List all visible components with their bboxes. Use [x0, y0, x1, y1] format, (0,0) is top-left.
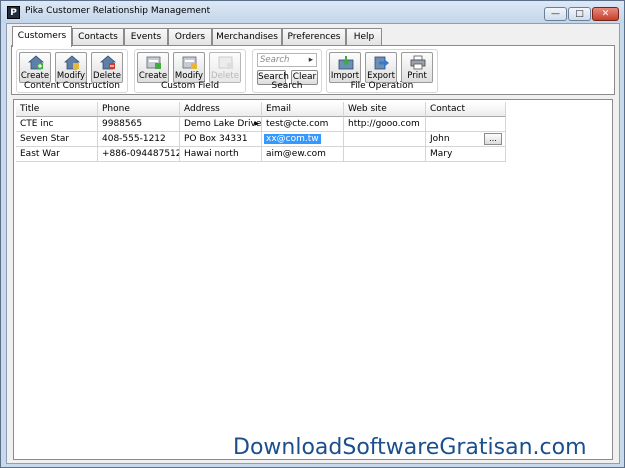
tab-contacts[interactable]: Contacts [72, 28, 124, 46]
ribbon-toolbar: Create Modify Delete Content Constructio… [11, 45, 615, 95]
cell-email[interactable]: test@cte.com [262, 117, 344, 132]
tab-preferences[interactable]: Preferences [282, 28, 346, 46]
house-edit-icon [64, 55, 80, 70]
cell-contact[interactable]: John ... [426, 132, 506, 147]
customer-table[interactable]: Title Phone Address Email Web site Conta… [13, 99, 613, 460]
column-header-email[interactable]: Email [262, 102, 344, 117]
import-button[interactable]: Import [329, 52, 361, 83]
create-label: Create [20, 71, 50, 81]
cell-contact-text: John [430, 134, 450, 144]
modify-label: Modify [56, 71, 86, 81]
field-edit-icon [182, 56, 197, 69]
watermark-text: DownloadSoftwareGratisan.com [233, 435, 587, 460]
tab-orders[interactable]: Orders [168, 28, 212, 46]
column-header-address[interactable]: Address [180, 102, 262, 117]
cell-website[interactable] [344, 132, 426, 147]
minimize-button[interactable]: — [544, 7, 567, 21]
group-label: Custom Field [160, 81, 220, 91]
house-add-icon [28, 55, 44, 70]
custom-field-delete-button[interactable]: Delete [209, 52, 241, 83]
modify-button[interactable]: Modify [55, 52, 87, 83]
group-label: File Operation [350, 81, 414, 91]
chevron-right-icon[interactable]: ▸ [309, 54, 313, 66]
column-header-contact[interactable]: Contact [426, 102, 506, 117]
app-logo-icon: P [7, 6, 20, 19]
create-label: Create [138, 71, 168, 81]
chevron-right-icon: ▸ [254, 119, 259, 129]
cell-contact[interactable] [426, 117, 506, 132]
cell-phone[interactable]: +886-0944875123 [98, 147, 180, 162]
cell-phone[interactable]: 408-555-1212 [98, 132, 180, 147]
group-custom-field: Create Modify Delete Custom Field [134, 49, 246, 93]
group-content-construction: Create Modify Delete Content Constructio… [16, 49, 128, 93]
cell-website[interactable]: http://gooo.com [344, 117, 426, 132]
title-bar[interactable]: P Pika Customer Relationship Management … [1, 1, 624, 23]
cell-title[interactable]: CTE inc [16, 117, 98, 132]
cell-address-text: Demo Lake Drive [184, 119, 262, 129]
cell-address[interactable]: Demo Lake Drive ▸ [180, 117, 262, 132]
tab-merchandises[interactable]: Merchandises [212, 28, 282, 46]
app-window: P Pika Customer Relationship Management … [0, 0, 625, 468]
group-search: Search ▸ Search Clear Search [252, 49, 322, 93]
client-area: Customers Contacts Events Orders Merchan… [6, 23, 620, 464]
create-button[interactable]: Create [19, 52, 51, 83]
print-button[interactable]: Print [401, 52, 433, 83]
delete-label: Delete [211, 71, 239, 81]
window-title: Pika Customer Relationship Management [25, 6, 211, 16]
column-header-phone[interactable]: Phone [98, 102, 180, 117]
cell-title[interactable]: East War [16, 147, 98, 162]
export-label: Export [367, 71, 395, 81]
group-label: Search [271, 81, 303, 91]
search-placeholder: Search [260, 55, 290, 65]
field-add-icon [146, 56, 161, 69]
delete-label: Delete [93, 71, 121, 81]
cell-title[interactable]: Seven Star [16, 132, 98, 147]
tab-help[interactable]: Help [346, 28, 382, 46]
export-icon [374, 56, 389, 70]
cell-website[interactable] [344, 147, 426, 162]
maximize-button[interactable]: □ [568, 7, 591, 21]
custom-field-modify-button[interactable]: Modify [173, 52, 205, 83]
modify-label: Modify [174, 71, 204, 81]
print-label: Print [407, 71, 427, 81]
cell-email-editing[interactable]: xx@com.tw [262, 132, 344, 147]
field-delete-icon [218, 56, 233, 69]
custom-field-create-button[interactable]: Create [137, 52, 169, 83]
export-button[interactable]: Export [365, 52, 397, 83]
tab-customers[interactable]: Customers [12, 26, 72, 47]
cell-email[interactable]: aim@ew.com [262, 147, 344, 162]
group-label: Content Construction [24, 81, 120, 91]
cell-contact[interactable]: Mary [426, 147, 506, 162]
import-icon [338, 56, 354, 70]
tab-events[interactable]: Events [124, 28, 168, 46]
close-button[interactable]: ✕ [592, 7, 619, 21]
column-header-website[interactable]: Web site [344, 102, 426, 117]
house-delete-icon [100, 55, 116, 70]
browse-contact-button[interactable]: ... [484, 133, 502, 145]
group-file-operation: Import Export Print File Operation [326, 49, 438, 93]
cell-address[interactable]: Hawai north [180, 147, 262, 162]
delete-button[interactable]: Delete [91, 52, 123, 83]
cell-phone[interactable]: 9988565 [98, 117, 180, 132]
cell-address[interactable]: PO Box 34331 [180, 132, 262, 147]
printer-icon [410, 55, 426, 70]
import-label: Import [330, 71, 360, 81]
selected-text: xx@com.tw [264, 134, 321, 144]
search-input[interactable]: Search ▸ [257, 53, 317, 67]
column-header-title[interactable]: Title [16, 102, 98, 117]
